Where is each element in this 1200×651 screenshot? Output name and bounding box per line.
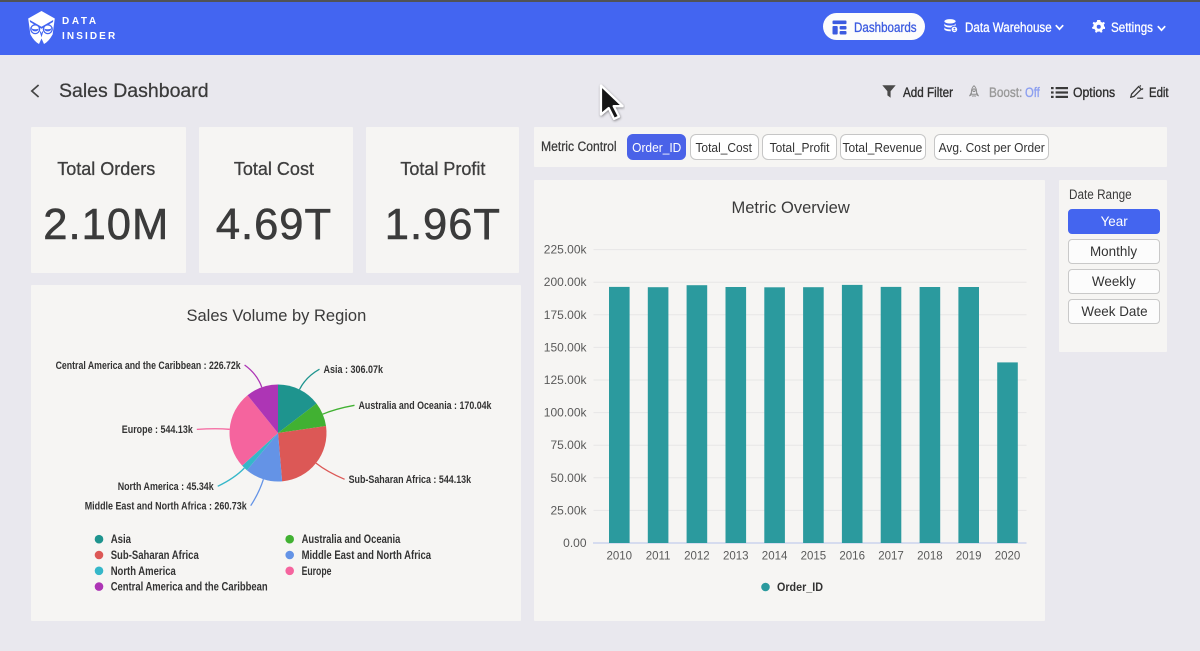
svg-text:75.00k: 75.00k bbox=[550, 438, 587, 452]
svg-text:Australia and Oceania: Australia and Oceania bbox=[302, 534, 401, 546]
svg-text:2011: 2011 bbox=[645, 551, 670, 563]
svg-text:Sub-Saharan Africa : 544.13k: Sub-Saharan Africa : 544.13k bbox=[349, 474, 472, 486]
svg-text:2015: 2015 bbox=[800, 551, 826, 563]
svg-text:175.00k: 175.00k bbox=[543, 308, 587, 322]
svg-text:2014: 2014 bbox=[761, 551, 787, 563]
svg-text:2012: 2012 bbox=[684, 551, 710, 563]
svg-text:2010: 2010 bbox=[606, 551, 632, 563]
svg-text:Europe: Europe bbox=[302, 566, 332, 578]
svg-text:North America : 45.34k: North America : 45.34k bbox=[118, 481, 215, 493]
svg-text:Australia and Oceania : 170.04: Australia and Oceania : 170.04k bbox=[359, 400, 493, 412]
svg-text:Middle East and North Africa: Middle East and North Africa bbox=[302, 550, 432, 562]
svg-text:Asia: Asia bbox=[111, 534, 132, 546]
svg-text:150.00k: 150.00k bbox=[543, 340, 587, 354]
svg-text:Central America and the Caribb: Central America and the Caribbean : 226.… bbox=[56, 360, 242, 372]
svg-text:25.00k: 25.00k bbox=[550, 503, 587, 517]
svg-text:125.00k: 125.00k bbox=[543, 373, 587, 387]
svg-text:2017: 2017 bbox=[878, 551, 904, 563]
svg-text:2020: 2020 bbox=[994, 551, 1020, 563]
svg-text:200.00k: 200.00k bbox=[543, 275, 587, 289]
svg-text:Sub-Saharan Africa: Sub-Saharan Africa bbox=[111, 550, 200, 562]
svg-text:2018: 2018 bbox=[917, 551, 943, 563]
svg-text:North America: North America bbox=[111, 566, 177, 578]
svg-text:Order_ID: Order_ID bbox=[777, 582, 823, 594]
svg-text:Europe : 544.13k: Europe : 544.13k bbox=[122, 424, 194, 436]
svg-text:50.00k: 50.00k bbox=[550, 471, 587, 485]
svg-text:2019: 2019 bbox=[955, 551, 981, 563]
svg-text:Central America and the Caribb: Central America and the Caribbean bbox=[111, 582, 268, 594]
svg-text:2013: 2013 bbox=[723, 551, 749, 563]
svg-text:225.00k: 225.00k bbox=[543, 243, 587, 257]
svg-text:2016: 2016 bbox=[839, 551, 865, 563]
svg-text:Middle East and North Africa :: Middle East and North Africa : 260.73k bbox=[85, 501, 248, 513]
svg-text:Asia : 306.07k: Asia : 306.07k bbox=[324, 364, 384, 376]
svg-text:100.00k: 100.00k bbox=[543, 406, 587, 420]
svg-text:0.00: 0.00 bbox=[563, 536, 587, 550]
